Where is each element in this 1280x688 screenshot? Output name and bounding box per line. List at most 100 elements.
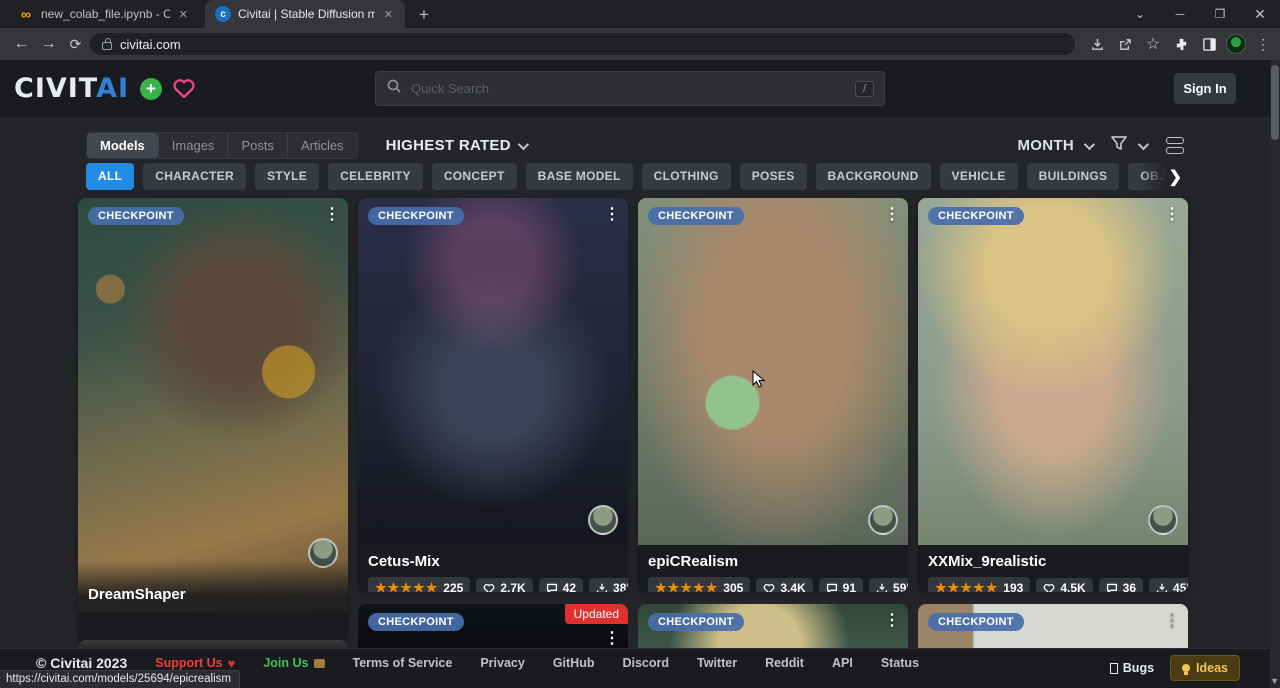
model-card-dreamshaper[interactable]: CHECKPOINT ⋮ DreamShaper: [78, 198, 348, 643]
footer-link-privacy[interactable]: Privacy: [480, 656, 524, 670]
side-panel-icon[interactable]: [1198, 33, 1220, 55]
model-card-partial[interactable]: Updated CHECKPOINT ⋮: [358, 604, 628, 648]
filter-pill-vehicle[interactable]: VEHICLE: [940, 163, 1018, 190]
filter-pill-background[interactable]: BACKGROUND: [816, 163, 931, 190]
chevron-down-icon[interactable]: [1138, 138, 1149, 149]
reload-icon[interactable]: ⟳: [62, 36, 89, 53]
forward-icon[interactable]: →: [35, 35, 62, 53]
new-tab-button[interactable]: +: [413, 4, 435, 26]
scrollbar-down-arrow[interactable]: ▼: [1270, 676, 1279, 686]
card-menu-icon[interactable]: ⋮: [884, 610, 900, 630]
filter-funnel-icon[interactable]: [1110, 134, 1128, 157]
card-menu-icon[interactable]: ⋮: [1164, 204, 1180, 224]
sign-in-button[interactable]: Sign In: [1174, 73, 1236, 104]
model-title: epiCRealism: [648, 553, 898, 570]
likes-stat: 2.7K: [476, 578, 532, 592]
star-icons: ★★★★★: [655, 580, 718, 592]
card-menu-icon[interactable]: ⋮: [604, 204, 620, 224]
chevron-down-icon: [518, 138, 529, 149]
ideas-label: Ideas: [1196, 661, 1228, 675]
footer-link-api[interactable]: API: [832, 656, 853, 670]
footer-link-join-us[interactable]: Join Us: [263, 656, 324, 670]
maximize-icon[interactable]: ❐: [1200, 7, 1240, 21]
filter-pill-character[interactable]: CHARACTER: [143, 163, 246, 190]
copyright-text: © Civitai 2023: [36, 655, 127, 671]
filter-pill-base-model[interactable]: BASE MODEL: [526, 163, 633, 190]
model-card-partial[interactable]: [78, 640, 348, 648]
card-menu-icon[interactable]: ⋮: [604, 628, 620, 648]
favorites-heart-icon[interactable]: [172, 77, 196, 104]
browser-menu-icon[interactable]: ⋮: [1252, 33, 1274, 55]
browser-tab-colab[interactable]: ∞ new_colab_file.ipynb - Colaborat ✕: [8, 0, 200, 28]
footer-link-terms[interactable]: Terms of Service: [353, 656, 453, 670]
footer-link-support-us[interactable]: Support Us♥: [155, 656, 235, 671]
heart-icon: ♥: [228, 656, 236, 671]
card-menu-icon[interactable]: ⋮: [884, 204, 900, 224]
civitai-logo[interactable]: CIVITAI: [14, 73, 129, 104]
card-info: epiCRealism ★★★★★305 3.4K 91 59K: [638, 545, 908, 592]
close-icon[interactable]: ✕: [1240, 6, 1280, 23]
period-dropdown[interactable]: MONTH: [1018, 137, 1075, 154]
model-card-partial[interactable]: CHECKPOINT ⋮: [918, 604, 1188, 648]
model-preview-image[interactable]: CHECKPOINT ⋮: [358, 198, 628, 545]
download-icon: [876, 583, 888, 593]
browser-toolbar: ← → ⟳ civitai.com ☆ ⋮: [0, 28, 1280, 60]
filter-pill-concept[interactable]: CONCEPT: [432, 163, 517, 190]
footer-link-status[interactable]: Status: [881, 656, 919, 670]
profile-avatar[interactable]: [1226, 34, 1246, 54]
model-preview-image[interactable]: CHECKPOINT ⋮ DreamShaper: [78, 198, 348, 612]
tab-close-icon[interactable]: ✕: [177, 8, 190, 21]
footer-link-reddit[interactable]: Reddit: [765, 656, 804, 670]
browser-window: ∞ new_colab_file.ipynb - Colaborat ✕ c C…: [0, 0, 1280, 688]
download-icon[interactable]: [1086, 33, 1108, 55]
ideas-button[interactable]: Ideas: [1170, 655, 1240, 681]
colab-icon: ∞: [18, 6, 34, 22]
bugs-button[interactable]: Bugs: [1110, 661, 1154, 675]
bookmark-star-icon[interactable]: ☆: [1142, 33, 1164, 55]
minimize-icon[interactable]: ─: [1160, 7, 1200, 21]
briefcase-icon: [314, 659, 325, 668]
star-icons: ★★★★★: [935, 580, 998, 592]
footer-link-discord[interactable]: Discord: [622, 656, 669, 670]
model-card-partial[interactable]: CHECKPOINT ⋮: [638, 604, 908, 648]
filter-pill-clothing[interactable]: CLOTHING: [642, 163, 731, 190]
model-type-badge: CHECKPOINT: [928, 207, 1024, 225]
model-card-cetus-mix[interactable]: CHECKPOINT ⋮ Cetus-Mix ★★★★★225 2.7K 42 …: [358, 198, 628, 592]
card-menu-icon[interactable]: ⋮: [324, 204, 340, 224]
tab-search-icon[interactable]: ⌄: [1120, 7, 1160, 21]
model-preview-image[interactable]: CHECKPOINT ⋮: [918, 198, 1188, 545]
filter-pill-buildings[interactable]: BUILDINGS: [1027, 163, 1120, 190]
tab-models[interactable]: Models: [87, 133, 158, 158]
model-card-epicrealism[interactable]: CHECKPOINT ⋮ epiCRealism ★★★★★305 3.4K 9…: [638, 198, 908, 592]
tab-articles[interactable]: Articles: [287, 133, 357, 158]
filter-pill-celebrity[interactable]: CELEBRITY: [328, 163, 423, 190]
filter-pill-style[interactable]: STYLE: [255, 163, 319, 190]
tab-images[interactable]: Images: [158, 133, 228, 158]
back-icon[interactable]: ←: [8, 35, 35, 53]
upload-plus-button[interactable]: +: [140, 78, 162, 100]
filter-pill-all[interactable]: ALL: [86, 163, 134, 190]
card-menu-icon[interactable]: ⋮: [1164, 610, 1180, 630]
creator-avatar[interactable]: [868, 505, 898, 535]
pills-scroll-right-icon[interactable]: ❯: [1140, 163, 1186, 190]
search-input[interactable]: Quick Search /: [375, 71, 885, 106]
filter-pill-poses[interactable]: POSES: [740, 163, 807, 190]
tab-posts[interactable]: Posts: [227, 133, 287, 158]
extensions-puzzle-icon[interactable]: [1170, 33, 1192, 55]
model-type-badge: CHECKPOINT: [368, 207, 464, 225]
sort-dropdown[interactable]: HIGHEST RATED: [386, 137, 526, 154]
tab-close-icon[interactable]: ✕: [382, 8, 395, 21]
card-layout-toggle-icon[interactable]: [1166, 137, 1184, 154]
browser-tab-civitai[interactable]: c Civitai | Stable Diffusion models, ✕: [205, 0, 405, 28]
footer-link-github[interactable]: GitHub: [553, 656, 595, 670]
share-icon[interactable]: [1114, 33, 1136, 55]
model-preview-image[interactable]: CHECKPOINT ⋮: [638, 198, 908, 545]
footer-link-twitter[interactable]: Twitter: [697, 656, 737, 670]
creator-avatar[interactable]: [588, 505, 618, 535]
model-card-xxmix-9realistic[interactable]: CHECKPOINT ⋮ XXMix_9realistic ★★★★★193 4…: [918, 198, 1188, 592]
downloads-stat: 45K: [1149, 578, 1188, 592]
scrollbar-thumb[interactable]: [1271, 65, 1279, 140]
page-scrollbar[interactable]: ▼: [1270, 60, 1280, 688]
address-bar[interactable]: civitai.com: [90, 33, 1075, 55]
creator-avatar[interactable]: [1148, 505, 1178, 535]
